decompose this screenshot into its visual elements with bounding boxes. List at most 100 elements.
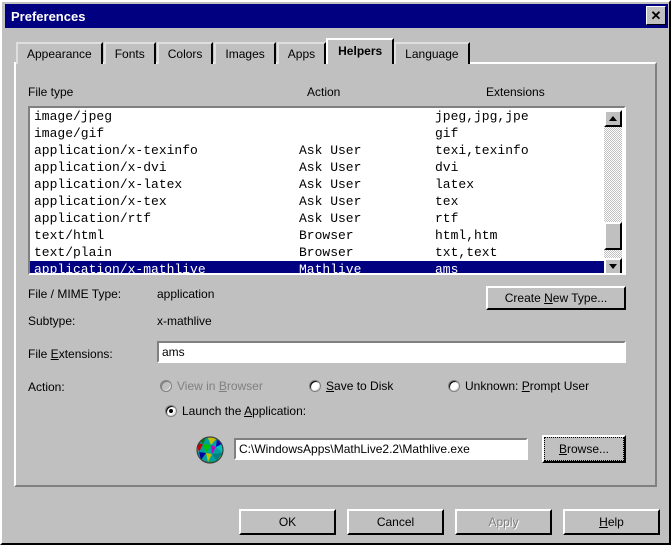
file-extensions-input[interactable] (157, 341, 626, 363)
browse-label: Browse... (558, 442, 610, 456)
row-action: Ask User (299, 194, 362, 209)
table-row[interactable]: application/x-texinfo Ask User texi,texi… (30, 142, 608, 159)
column-header-extensions: Extensions (486, 85, 545, 99)
tab-language[interactable]: Language (394, 42, 470, 64)
tab-label: Appearance (27, 47, 92, 61)
row-extensions: rtf (435, 211, 459, 226)
mime-type-label: File / MIME Type: (28, 287, 122, 301)
row-extensions: tex (435, 194, 459, 209)
tab-colors[interactable]: Colors (156, 42, 214, 64)
cancel-label: Cancel (376, 515, 415, 529)
row-action: Ask User (299, 211, 362, 226)
apply-button: Apply (455, 509, 552, 535)
row-file-type: text/html (34, 228, 105, 243)
table-row-selected[interactable]: application/x-mathlive Mathlive ams (30, 261, 608, 273)
row-extensions: ams (435, 262, 459, 273)
row-file-type: application/x-tex (34, 194, 167, 209)
column-header-file-type: File type (28, 85, 74, 99)
file-type-listbox[interactable]: image/jpeg jpeg,jpg,jpe image/gif gif ap… (28, 106, 626, 275)
scrollbar-thumb[interactable] (604, 222, 622, 250)
create-new-type-button[interactable]: Create New Type... (486, 286, 626, 310)
tab-label: Apps (287, 47, 316, 61)
radio-label: View in Browser (177, 379, 263, 393)
globe-icon (196, 436, 224, 464)
radio-indicator (448, 380, 460, 392)
table-row[interactable]: text/plain Browser txt,text (30, 244, 608, 261)
row-extensions: txt,text (435, 245, 498, 260)
cancel-button[interactable]: Cancel (347, 509, 444, 535)
row-extensions: dvi (435, 160, 459, 175)
table-row[interactable]: application/x-latex Ask User latex (30, 176, 608, 193)
apply-label: Apply (488, 515, 519, 529)
row-action: Ask User (299, 160, 362, 175)
column-header-action: Action (307, 85, 341, 99)
file-type-list: image/jpeg jpeg,jpg,jpe image/gif gif ap… (30, 108, 608, 273)
application-path-input[interactable] (234, 438, 528, 460)
close-icon: ✕ (650, 7, 662, 23)
tab-label: Language (405, 47, 459, 61)
row-extensions: latex (435, 177, 475, 192)
browse-button[interactable]: Browse... (542, 435, 626, 463)
radio-launch-the-application[interactable]: Launch the Application: (165, 404, 306, 418)
row-action: Browser (299, 228, 354, 243)
subtype-value: x-mathlive (157, 314, 212, 328)
radio-unknown-prompt-user[interactable]: Unknown: Prompt User (448, 379, 589, 393)
subtype-label: Subtype: (28, 314, 76, 328)
file-extensions-label: File Extensions: (28, 347, 113, 361)
table-row[interactable]: application/x-dvi Ask User dvi (30, 159, 608, 176)
tab-apps[interactable]: Apps (276, 42, 327, 64)
row-file-type: application/rtf (34, 211, 152, 226)
action-label: Action: (28, 380, 65, 394)
radio-view-in-browser[interactable]: View in Browser (160, 379, 263, 393)
row-file-type: image/jpeg (34, 109, 113, 124)
ok-label: OK (278, 515, 297, 529)
scroll-up-button[interactable] (604, 110, 622, 127)
row-file-type: application/x-texinfo (34, 143, 198, 158)
radio-indicator (160, 380, 172, 392)
table-row[interactable]: image/gif gif (30, 125, 608, 142)
ok-button[interactable]: OK (239, 509, 336, 535)
help-label: Help (599, 515, 624, 529)
row-extensions: jpeg,jpg,jpe (435, 109, 529, 124)
radio-label: Save to Disk (326, 379, 394, 393)
vertical-scrollbar[interactable] (604, 110, 622, 273)
radio-label: Launch the Application: (182, 404, 307, 418)
tab-label: Images (225, 47, 265, 61)
row-action: Browser (299, 245, 354, 260)
table-row[interactable]: application/rtf Ask User rtf (30, 210, 608, 227)
tab-label: Colors (167, 47, 203, 61)
tab-images[interactable]: Images (214, 42, 276, 64)
table-row[interactable]: text/html Browser html,htm (30, 227, 608, 244)
row-extensions: html,htm (435, 228, 498, 243)
tab-label: Helpers (338, 44, 383, 58)
table-row[interactable]: application/x-tex Ask User tex (30, 193, 608, 210)
window-title: Preferences (11, 8, 86, 24)
table-row[interactable]: image/jpeg jpeg,jpg,jpe (30, 108, 608, 125)
tab-label: Fonts (114, 47, 145, 61)
row-action: Ask User (299, 177, 362, 192)
row-file-type: image/gif (34, 126, 105, 141)
radio-indicator (309, 380, 321, 392)
mime-type-value: application (157, 287, 215, 301)
close-button[interactable]: ✕ (646, 6, 666, 25)
preferences-window: Preferences ✕ Appearance Fonts Colors Im… (0, 0, 671, 545)
scroll-down-button[interactable] (604, 258, 622, 273)
title-bar: Preferences ✕ (5, 4, 668, 28)
tab-helpers[interactable]: Helpers (326, 38, 395, 64)
list-column-headers: File type Action Extensions (28, 85, 628, 101)
radio-save-to-disk[interactable]: Save to Disk (309, 379, 393, 393)
radio-indicator-selected (165, 405, 177, 417)
row-action: Mathlive (299, 262, 362, 273)
create-new-type-label: Create New Type... (504, 291, 608, 305)
row-file-type: application/x-dvi (34, 160, 167, 175)
tab-fonts[interactable]: Fonts (103, 42, 156, 64)
tab-appearance[interactable]: Appearance (16, 42, 103, 64)
tab-strip: Appearance Fonts Colors Images Apps Help… (16, 38, 471, 64)
row-extensions: texi,texinfo (435, 143, 529, 158)
browse-focus-ring: Browse... (544, 437, 624, 461)
row-extensions: gif (435, 126, 459, 141)
help-button[interactable]: Help (563, 509, 660, 535)
row-file-type: application/x-latex (34, 177, 183, 192)
arrow-down-icon (609, 264, 617, 269)
row-file-type: application/x-mathlive (34, 262, 206, 273)
